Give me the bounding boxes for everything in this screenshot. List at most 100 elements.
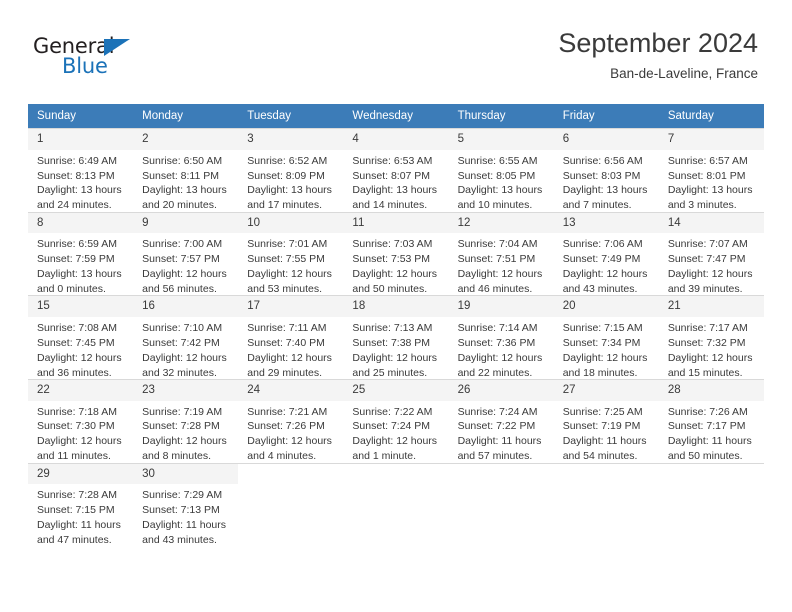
day-cell[interactable]: 1 Sunrise: 6:49 AM Sunset: 8:13 PM Dayli… [28,128,134,213]
day-cell[interactable]: 26 Sunrise: 7:24 AM Sunset: 7:22 PM Dayl… [448,378,554,464]
calendar-table: Sunday Monday Tuesday Wednesday Thursday… [28,104,764,547]
logo-triangle-icon [104,39,130,56]
weekday-header-tuesday: Tuesday [238,104,344,129]
day-cell[interactable]: 21 Sunrise: 7:17 AM Sunset: 7:32 PM Dayl… [658,295,764,380]
day-cell[interactable]: 4 Sunrise: 6:53 AM Sunset: 8:07 PM Dayli… [343,128,449,213]
day-cell[interactable]: 19 Sunrise: 7:14 AM Sunset: 7:36 PM Dayl… [448,295,554,380]
day-number: 6 [553,129,659,150]
weekday-header-wednesday: Wednesday [343,104,449,129]
day-cell[interactable]: 10 Sunrise: 7:01 AM Sunset: 7:55 PM Dayl… [238,211,344,296]
calendar-week-row: 29 Sunrise: 7:28 AM Sunset: 7:15 PM Dayl… [28,462,764,547]
day-cell[interactable]: 14 Sunrise: 7:07 AM Sunset: 7:47 PM Dayl… [658,211,764,296]
daylight-text-line2: and 50 minutes. [667,450,743,463]
daylight-text-line2: and 46 minutes. [457,283,533,295]
daylight-text-line1: Daylight: 12 hours [667,351,753,364]
daylight-text-line1: Daylight: 12 hours [37,351,122,364]
general-blue-logo[interactable]: General Blue [33,36,233,82]
sunset-text: Sunset: 8:03 PM [562,169,641,182]
sunset-text: Sunset: 7:55 PM [247,253,325,266]
day-cell[interactable]: 29 Sunrise: 7:28 AM Sunset: 7:15 PM Dayl… [28,462,134,547]
day-cell[interactable]: 24 Sunrise: 7:21 AM Sunset: 7:26 PM Dayl… [238,378,344,464]
sunset-text: Sunset: 7:28 PM [142,420,220,433]
sunset-text: Sunset: 7:32 PM [667,336,746,349]
day-cell[interactable]: 11 Sunrise: 7:03 AM Sunset: 7:53 PM Dayl… [343,211,449,296]
sunrise-text: Sunrise: 7:21 AM [247,405,328,418]
sunrise-text: Sunrise: 6:50 AM [142,154,223,167]
day-cell[interactable]: 15 Sunrise: 7:08 AM Sunset: 7:45 PM Dayl… [28,295,134,380]
sunset-text: Sunset: 7:53 PM [352,253,431,266]
sunrise-text: Sunrise: 7:00 AM [142,238,223,251]
day-cell[interactable]: 7 Sunrise: 6:57 AM Sunset: 8:01 PM Dayli… [658,128,764,213]
day-details: Sunrise: 7:11 AM Sunset: 7:40 PM Dayligh… [238,317,343,379]
daylight-text-line1: Daylight: 13 hours [352,184,438,197]
sunset-text: Sunset: 8:05 PM [457,169,536,182]
daylight-text-line1: Daylight: 13 hours [37,268,122,281]
day-details: Sunrise: 7:17 AM Sunset: 7:32 PM Dayligh… [659,317,764,379]
day-cell[interactable]: 13 Sunrise: 7:06 AM Sunset: 7:49 PM Dayl… [553,211,659,296]
day-details: Sunrise: 7:18 AM Sunset: 7:30 PM Dayligh… [28,401,133,463]
day-details: Sunrise: 7:21 AM Sunset: 7:26 PM Dayligh… [238,401,343,463]
sunrise-text: Sunrise: 7:15 AM [562,321,643,334]
day-details [238,484,343,546]
daylight-text-line1: Daylight: 11 hours [142,519,226,532]
day-cell[interactable]: 25 Sunrise: 7:22 AM Sunset: 7:24 PM Dayl… [343,378,449,464]
day-cell[interactable]: 17 Sunrise: 7:11 AM Sunset: 7:40 PM Dayl… [238,295,344,380]
day-cell[interactable]: 23 Sunrise: 7:19 AM Sunset: 7:28 PM Dayl… [133,378,239,464]
day-details: Sunrise: 6:50 AM Sunset: 8:11 PM Dayligh… [133,150,238,212]
day-details: Sunrise: 7:24 AM Sunset: 7:22 PM Dayligh… [449,401,554,463]
calendar-week-row: 8 Sunrise: 6:59 AM Sunset: 7:59 PM Dayli… [28,211,764,296]
daylight-text-line2: and 14 minutes. [352,199,428,212]
daylight-text-line1: Daylight: 12 hours [352,268,438,281]
day-number: 20 [553,296,659,317]
day-details: Sunrise: 7:22 AM Sunset: 7:24 PM Dayligh… [343,401,448,463]
day-details: Sunrise: 6:53 AM Sunset: 8:07 PM Dayligh… [343,150,448,212]
day-cell[interactable]: 28 Sunrise: 7:26 AM Sunset: 7:17 PM Dayl… [658,378,764,464]
sunrise-text: Sunrise: 6:59 AM [37,238,117,251]
sunset-text: Sunset: 7:59 PM [37,253,115,266]
sunrise-text: Sunrise: 6:52 AM [247,154,328,167]
day-number: 15 [28,296,134,317]
daylight-text-line1: Daylight: 11 hours [667,435,752,448]
sunset-text: Sunset: 7:15 PM [37,504,115,517]
sunset-text: Sunset: 7:45 PM [37,336,115,349]
day-cell[interactable]: 8 Sunrise: 6:59 AM Sunset: 7:59 PM Dayli… [28,211,134,296]
day-cell-empty [343,462,449,547]
sunrise-text: Sunrise: 7:14 AM [457,321,538,334]
sunrise-text: Sunrise: 7:07 AM [667,238,748,251]
daylight-text-line1: Daylight: 12 hours [142,435,227,448]
sunrise-text: Sunrise: 7:25 AM [562,405,643,418]
daylight-text-line2: and 20 minutes. [142,199,217,212]
day-cell[interactable]: 22 Sunrise: 7:18 AM Sunset: 7:30 PM Dayl… [28,378,134,464]
day-details: Sunrise: 7:15 AM Sunset: 7:34 PM Dayligh… [554,317,659,379]
day-cell[interactable]: 16 Sunrise: 7:10 AM Sunset: 7:42 PM Dayl… [133,295,239,380]
day-details: Sunrise: 7:14 AM Sunset: 7:36 PM Dayligh… [449,317,554,379]
sunset-text: Sunset: 7:17 PM [667,420,746,433]
daylight-text-line2: and 53 minutes. [247,283,322,295]
sunrise-text: Sunrise: 7:22 AM [352,405,433,418]
day-cell[interactable]: 12 Sunrise: 7:04 AM Sunset: 7:51 PM Dayl… [448,211,554,296]
daylight-text-line2: and 0 minutes. [37,283,106,295]
day-number [448,463,554,484]
sunset-text: Sunset: 8:13 PM [37,169,115,182]
day-cell[interactable]: 9 Sunrise: 7:00 AM Sunset: 7:57 PM Dayli… [133,211,239,296]
day-cell[interactable]: 5 Sunrise: 6:55 AM Sunset: 8:05 PM Dayli… [448,128,554,213]
day-details: Sunrise: 6:55 AM Sunset: 8:05 PM Dayligh… [449,150,554,212]
day-details [554,484,659,546]
daylight-text-line2: and 22 minutes. [457,366,533,379]
day-cell[interactable]: 27 Sunrise: 7:25 AM Sunset: 7:19 PM Dayl… [553,378,659,464]
day-cell[interactable]: 30 Sunrise: 7:29 AM Sunset: 7:13 PM Dayl… [133,462,239,547]
day-details: Sunrise: 7:06 AM Sunset: 7:49 PM Dayligh… [554,233,659,295]
day-number [343,463,449,484]
day-cell[interactable]: 2 Sunrise: 6:50 AM Sunset: 8:11 PM Dayli… [133,128,239,213]
page-title: September 2024 [558,28,758,58]
day-details: Sunrise: 7:26 AM Sunset: 7:17 PM Dayligh… [659,401,764,463]
day-cell[interactable]: 3 Sunrise: 6:52 AM Sunset: 8:09 PM Dayli… [238,128,344,213]
calendar-week-row: 15 Sunrise: 7:08 AM Sunset: 7:45 PM Dayl… [28,295,764,380]
sunrise-text: Sunrise: 6:57 AM [667,154,748,167]
day-cell[interactable]: 20 Sunrise: 7:15 AM Sunset: 7:34 PM Dayl… [553,295,659,380]
day-number: 22 [28,379,134,401]
day-cell[interactable]: 6 Sunrise: 6:56 AM Sunset: 8:03 PM Dayli… [553,128,659,213]
day-details: Sunrise: 6:49 AM Sunset: 8:13 PM Dayligh… [28,150,133,212]
daylight-text-line1: Daylight: 13 hours [142,184,227,197]
day-cell[interactable]: 18 Sunrise: 7:13 AM Sunset: 7:38 PM Dayl… [343,295,449,380]
